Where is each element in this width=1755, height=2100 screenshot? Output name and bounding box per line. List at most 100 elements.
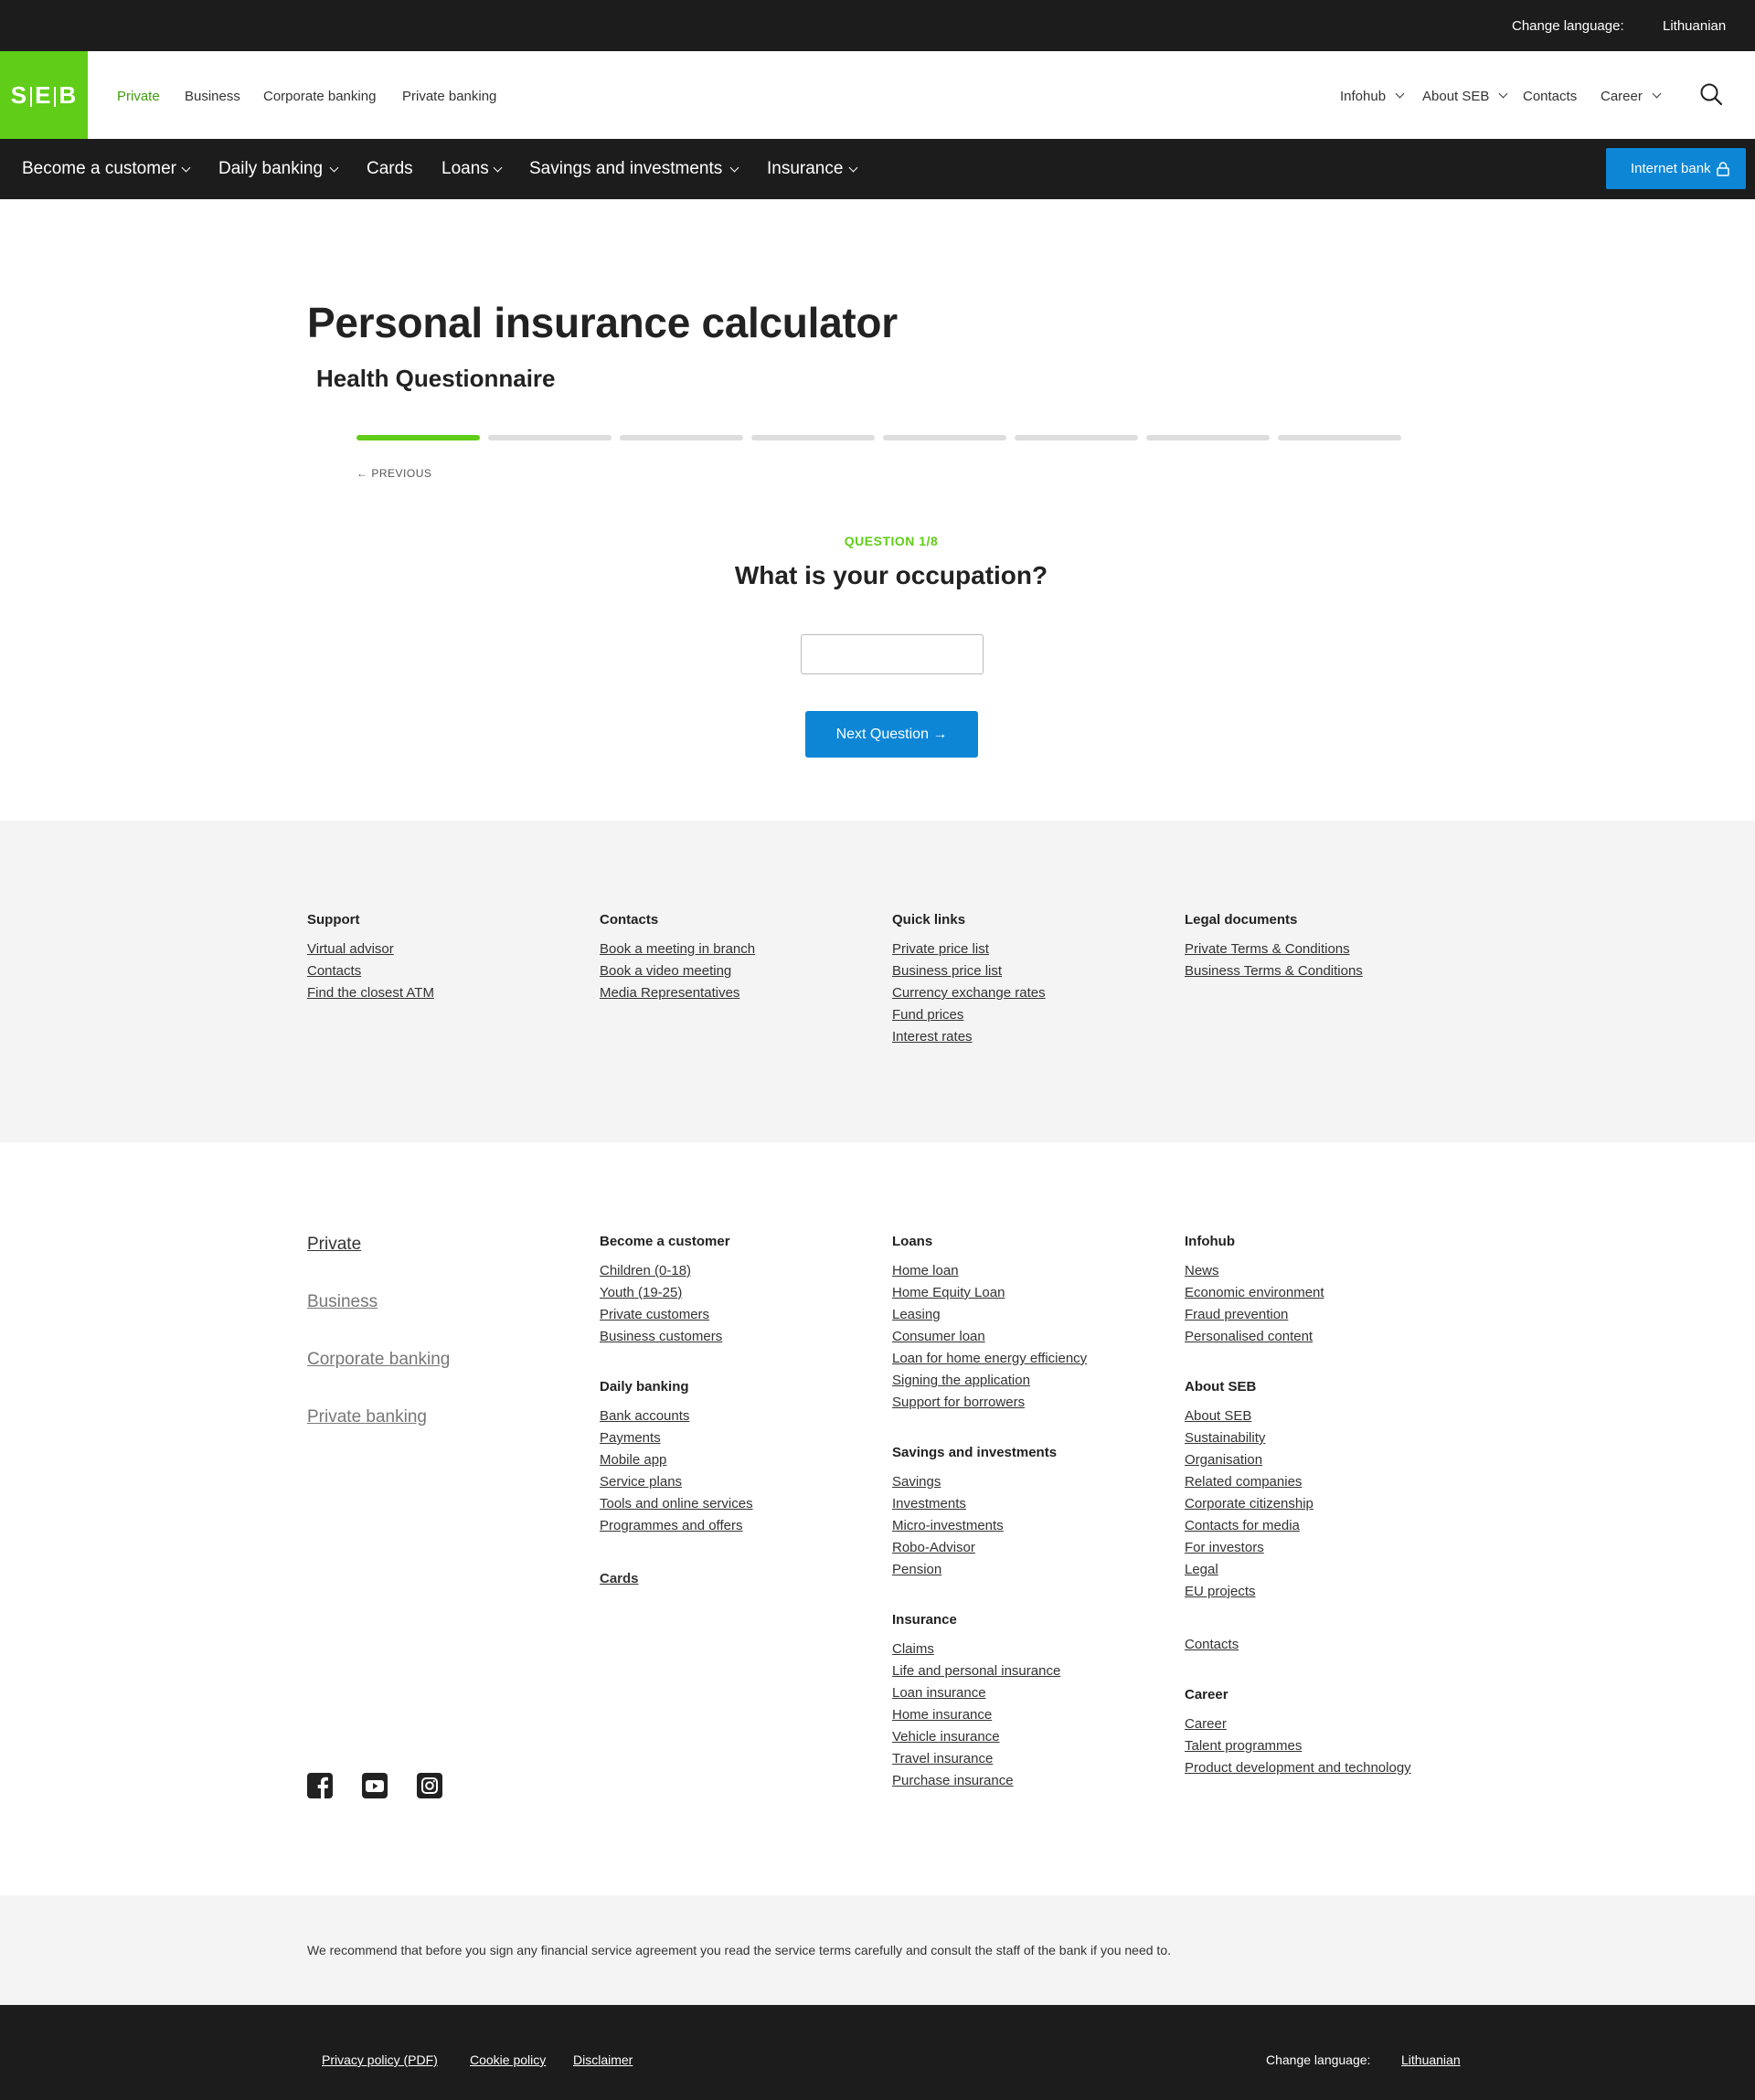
footer-link[interactable]: News (1185, 1260, 1411, 1282)
footer-link[interactable]: Business customers (600, 1326, 753, 1348)
footer-link[interactable]: Children (0-18) (600, 1260, 753, 1282)
footer-link[interactable]: Micro-investments (892, 1515, 1087, 1537)
nav-insurance[interactable]: Insurance (767, 159, 843, 179)
footer-link[interactable]: Savings (892, 1471, 1087, 1493)
footer-link[interactable]: Bank accounts (600, 1405, 753, 1427)
footer-link[interactable]: Leasing (892, 1304, 1087, 1326)
footer-link[interactable]: Contacts (1185, 1634, 1411, 1656)
footer-link[interactable]: Product development and technology (1185, 1757, 1411, 1779)
footer-link[interactable]: Support for borrowers (892, 1392, 1087, 1414)
search-icon[interactable] (1699, 82, 1723, 106)
footer-link[interactable]: Fraud prevention (1185, 1304, 1411, 1326)
footer-link[interactable]: Youth (19-25) (600, 1282, 753, 1304)
footer-link[interactable]: Pension (892, 1559, 1087, 1581)
footer-segment-private[interactable]: Private (307, 1234, 450, 1256)
footer-link[interactable]: Fund prices (892, 1004, 1046, 1026)
footer-link[interactable]: Business price list (892, 960, 1046, 982)
footer-link[interactable]: Claims (892, 1639, 1087, 1660)
footer-link[interactable]: Home Equity Loan (892, 1282, 1087, 1304)
footer-link[interactable]: Home loan (892, 1260, 1087, 1282)
footer-link[interactable]: Life and personal insurance (892, 1660, 1087, 1682)
footer-link[interactable]: Robo-Advisor (892, 1537, 1087, 1559)
footer-cards-link[interactable]: Cards (600, 1568, 753, 1590)
footer-link[interactable]: Related companies (1185, 1471, 1411, 1493)
footer-link[interactable]: Business Terms & Conditions (1185, 960, 1363, 982)
footer-link[interactable]: Corporate citizenship (1185, 1493, 1411, 1515)
chevron-down-icon[interactable] (729, 163, 739, 173)
footer-link[interactable]: Tools and online services (600, 1493, 753, 1515)
footer-link[interactable]: Travel insurance (892, 1748, 1087, 1770)
nav-loans[interactable]: Loans (441, 159, 489, 179)
chevron-down-icon[interactable] (848, 163, 858, 173)
footer-link[interactable]: Private customers (600, 1304, 753, 1326)
footer-link[interactable]: Find the closest ATM (307, 982, 434, 1004)
occupation-input[interactable] (801, 634, 984, 674)
util-infohub[interactable]: Infohub (1340, 89, 1405, 104)
util-about-seb[interactable]: About SEB (1422, 89, 1508, 104)
footer-link[interactable]: Loan insurance (892, 1682, 1087, 1704)
footer-link[interactable]: Media Representatives (600, 982, 755, 1004)
footer-support: Support Virtual advisor Contacts Find th… (0, 821, 1755, 1142)
footer-link[interactable]: Home insurance (892, 1704, 1087, 1726)
footer-link[interactable]: Career (1185, 1713, 1411, 1735)
footer-link[interactable]: Private price list (892, 939, 1046, 960)
segment-corporate-banking[interactable]: Corporate banking (263, 89, 376, 104)
footer-link[interactable]: Loan for home energy efficiency (892, 1348, 1087, 1370)
footer-link[interactable]: Investments (892, 1493, 1087, 1515)
footer-link[interactable]: Book a meeting in branch (600, 939, 755, 960)
chevron-down-icon[interactable] (181, 163, 191, 173)
footer-link[interactable]: For investors (1185, 1537, 1411, 1559)
footer-link[interactable]: About SEB (1185, 1405, 1411, 1427)
segment-private-banking[interactable]: Private banking (402, 89, 496, 104)
nav-daily-banking[interactable]: Daily banking (218, 159, 323, 179)
footer-link[interactable]: Interest rates (892, 1026, 1046, 1048)
footer-segment-private-banking[interactable]: Private banking (307, 1406, 450, 1428)
footer-link[interactable]: Mobile app (600, 1449, 753, 1471)
privacy-policy-link[interactable]: Privacy policy (PDF) (322, 2052, 438, 2067)
footer-link[interactable]: Sustainability (1185, 1427, 1411, 1449)
footer-link[interactable]: Vehicle insurance (892, 1726, 1087, 1748)
footer-link[interactable]: Book a video meeting (600, 960, 755, 982)
language-link[interactable]: Lithuanian (1663, 18, 1726, 34)
nav-savings-and-investments[interactable]: Savings and investments (529, 159, 722, 179)
footer-link[interactable]: Payments (600, 1427, 753, 1449)
language-link[interactable]: Lithuanian (1401, 2052, 1461, 2067)
chevron-down-icon[interactable] (329, 163, 339, 173)
footer-link[interactable]: Organisation (1185, 1449, 1411, 1471)
footer-link[interactable]: Purchase insurance (892, 1770, 1087, 1792)
footer-link[interactable]: Legal (1185, 1559, 1411, 1581)
disclaimer-link[interactable]: Disclaimer (573, 2052, 633, 2067)
footer-link[interactable]: Signing the application (892, 1370, 1087, 1392)
chevron-down-icon[interactable] (493, 163, 503, 173)
next-question-button[interactable]: Next Question → (805, 711, 978, 758)
nav-cards[interactable]: Cards (367, 159, 413, 179)
facebook-icon[interactable] (307, 1773, 333, 1798)
footer-link[interactable]: Contacts (307, 960, 434, 982)
nav-become-a-customer[interactable]: Become a customer (22, 159, 176, 179)
footer-col-title: Support (307, 912, 360, 928)
footer-link[interactable]: Economic environment (1185, 1282, 1411, 1304)
footer-link[interactable]: Private Terms & Conditions (1185, 939, 1363, 960)
previous-button[interactable]: ← PREVIOUS (356, 467, 431, 480)
footer-link[interactable]: Programmes and offers (600, 1515, 753, 1537)
footer-link[interactable]: Consumer loan (892, 1326, 1087, 1348)
cookie-policy-link[interactable]: Cookie policy (470, 2052, 546, 2067)
seb-logo[interactable]: SEB (0, 51, 88, 139)
youtube-icon[interactable] (362, 1773, 388, 1798)
footer-link[interactable]: Currency exchange rates (892, 982, 1046, 1004)
footer-segment-business[interactable]: Business (307, 1291, 450, 1313)
footer-link[interactable]: Virtual advisor (307, 939, 434, 960)
internet-bank-button[interactable]: Internet bank (1606, 148, 1746, 189)
progress-step (1146, 435, 1270, 440)
util-career[interactable]: Career (1601, 89, 1662, 104)
instagram-icon[interactable] (417, 1773, 442, 1798)
segment-business[interactable]: Business (185, 89, 240, 104)
footer-link[interactable]: Talent programmes (1185, 1735, 1411, 1757)
segment-private[interactable]: Private (117, 89, 160, 104)
footer-link[interactable]: Personalised content (1185, 1326, 1411, 1348)
footer-link[interactable]: EU projects (1185, 1581, 1411, 1603)
footer-link[interactable]: Contacts for media (1185, 1515, 1411, 1537)
footer-segment-corporate-banking[interactable]: Corporate banking (307, 1349, 450, 1371)
util-contacts[interactable]: Contacts (1523, 89, 1577, 104)
footer-link[interactable]: Service plans (600, 1471, 753, 1493)
